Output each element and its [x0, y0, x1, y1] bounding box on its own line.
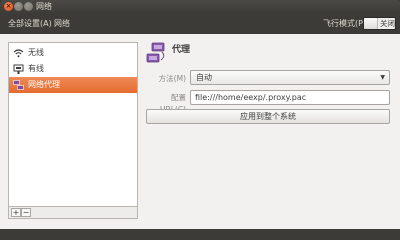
sidebar-item-wireless[interactable]: 无线	[9, 45, 137, 61]
airplane-mode-label: 飞行模式(P)	[323, 19, 367, 28]
method-value: 自动	[196, 73, 212, 82]
network-device-list: 无线 有线 网络代理	[8, 42, 138, 207]
sidebar-item-label: 网络代理	[28, 80, 60, 89]
switch-knob	[364, 18, 378, 29]
chevron-down-icon: ▼	[380, 74, 385, 81]
sidebar-item-wired[interactable]: 有线	[9, 61, 137, 77]
airplane-mode-state: 关闭	[380, 19, 395, 28]
sidebar-toolbar: + −	[8, 207, 138, 219]
proxy-icon	[13, 80, 24, 90]
apply-system-wide-button[interactable]: 应用到整个系统	[146, 109, 390, 124]
title-bar: × 网络	[0, 0, 400, 14]
panel-title: 代理	[172, 45, 191, 55]
sidebar-item-label: 无线	[28, 48, 44, 57]
breadcrumb-network: 网络	[54, 19, 70, 28]
maximize-window-button[interactable]	[24, 2, 33, 11]
remove-connection-button[interactable]: −	[21, 208, 31, 217]
close-window-button[interactable]: ×	[4, 2, 13, 11]
toolbar: 全部设置(A) 网络 飞行模式(P) 关闭	[0, 14, 400, 34]
method-label: 方法(M)	[158, 74, 186, 83]
all-settings-button[interactable]: 全部设置(A)	[8, 18, 52, 29]
wifi-icon	[13, 49, 24, 58]
window-title: 网络	[36, 2, 52, 11]
wired-icon	[13, 64, 24, 74]
method-dropdown[interactable]: 自动 ▼	[190, 70, 390, 85]
airplane-mode-switch[interactable]: 关闭	[363, 17, 396, 30]
add-connection-button[interactable]: +	[11, 208, 21, 217]
config-url-input[interactable]	[190, 90, 390, 105]
minimize-window-button[interactable]	[14, 2, 23, 11]
proxy-header-icon	[146, 42, 165, 63]
content-area: 无线 有线 网络代理 + − 代理 方法(M) 自动 ▼ 配置 file:///…	[0, 34, 400, 229]
sidebar-item-network-proxy[interactable]: 网络代理	[9, 77, 137, 93]
sidebar-item-label: 有线	[28, 64, 44, 73]
